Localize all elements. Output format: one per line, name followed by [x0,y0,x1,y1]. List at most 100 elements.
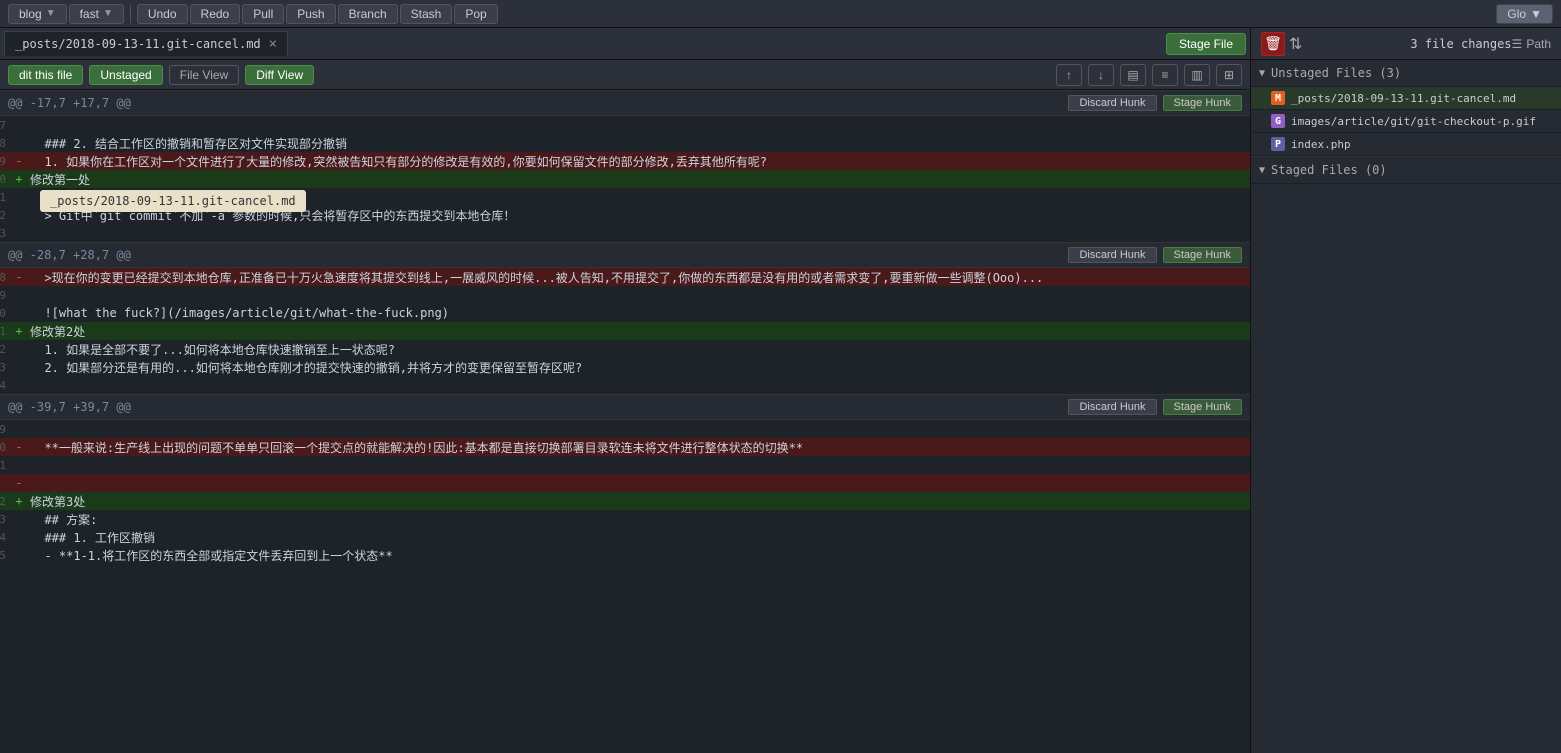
hunk-header-3: @@ -39,7 +39,7 @@ Discard Hunk Stage Hun… [0,394,1250,420]
diff-line: 42 + 修改第3处 [0,492,1250,510]
hunk-buttons-3: Discard Hunk Stage Hunk [1068,399,1242,415]
blog-arrow: ▼ [46,8,56,19]
scroll-up-button[interactable]: ↑ [1056,64,1082,86]
scroll-down-button[interactable]: ↓ [1088,64,1114,86]
discard-hunk-3-button[interactable]: Discard Hunk [1068,399,1156,415]
staged-chevron: ▼ [1259,165,1265,176]
diff-line: 41 [0,456,1250,474]
diff-line: 30 ![what the fuck?](/images/article/git… [0,304,1250,322]
repo-group: blog ▼ fast ▼ [8,4,124,24]
diff-line: 23 [0,224,1250,242]
stash-button[interactable]: Stash [400,4,453,24]
unstaged-view-button[interactable]: Unstaged [89,65,162,85]
unstaged-section-header[interactable]: ▼ Unstaged Files (3) [1251,60,1561,87]
delete-button[interactable]: 🗑 [1261,32,1285,56]
stage-hunk-1-button[interactable]: Stage Hunk [1163,95,1242,111]
diff-line: 20 + 修改第一处 _posts/2018-09-13-11.git-canc… [0,170,1250,188]
path-icon: ☰ [1512,37,1523,51]
hunk-buttons-1: Discard Hunk Stage Hunk [1068,95,1242,111]
file-icon-gif: G [1271,114,1285,128]
file-tab-bar: _posts/2018-09-13-11.git-cancel.md × Sta… [0,28,1250,60]
diff-line: 33 2. 如果部分还是有用的...如何将本地仓库刚才的提交快速的撤销,并将方才… [0,358,1250,376]
file-name-md: _posts/2018-09-13-11.git-cancel.md [1291,92,1516,105]
blog-label: blog [19,7,42,21]
unstaged-chevron: ▼ [1259,68,1265,79]
glo-button[interactable]: Glo ▼ [1496,4,1553,24]
file-item-gif[interactable]: G images/article/git/git-checkout-p.gif [1251,110,1561,133]
changes-count: 3 file changes [1410,37,1511,51]
discard-hunk-1-button[interactable]: Discard Hunk [1068,95,1156,111]
file-tab[interactable]: _posts/2018-09-13-11.git-cancel.md × [4,31,288,56]
blog-dropdown[interactable]: blog ▼ [8,4,67,24]
diff-line: 43 ## 方案: [0,510,1250,528]
push-button[interactable]: Push [286,4,335,24]
stage-hunk-2-button[interactable]: Stage Hunk [1163,247,1242,263]
view-mode-1-button[interactable]: ▤ [1120,64,1146,86]
fast-label: fast [80,7,99,21]
diff-line: 31 + 修改第2处 [0,322,1250,340]
hunk-label-3: @@ -39,7 +39,7 @@ [8,400,131,414]
files-section[interactable]: ▼ Unstaged Files (3) M _posts/2018-09-13… [1251,60,1561,753]
staged-section-label: Staged Files (0) [1271,163,1387,177]
view-mode-4-button[interactable]: ⊞ [1216,64,1242,86]
fast-dropdown[interactable]: fast ▼ [69,4,124,24]
pull-button[interactable]: Pull [242,4,284,24]
file-item-php[interactable]: P index.php [1251,133,1561,156]
diff-line: 17 [0,116,1250,134]
diff-line: 45 - **1-1.将工作区的东西全部或指定文件丢弃回到上一个状态** [0,546,1250,564]
file-view-button[interactable]: File View [169,65,239,85]
diff-line: - [0,474,1250,492]
hunk-header-2: @@ -28,7 +28,7 @@ Discard Hunk Stage Hun… [0,242,1250,268]
edit-toolbar: dit this file Unstaged File View Diff Vi… [0,60,1250,90]
diff-line: 21 ### 3. 暂存区撤销 [0,188,1250,206]
undo-button[interactable]: Undo [137,4,188,24]
diff-line: 28 - >现在你的变更已经提交到本地仓库,正准备已十万火急速度将其提交到线上,… [0,268,1250,286]
diff-content[interactable]: @@ -17,7 +17,7 @@ Discard Hunk Stage Hun… [0,90,1250,753]
stage-hunk-3-button[interactable]: Stage Hunk [1163,399,1242,415]
diff-line: 29 [0,286,1250,304]
staged-section-header[interactable]: ▼ Staged Files (0) [1251,157,1561,184]
hunk-header-1: @@ -17,7 +17,7 @@ Discard Hunk Stage Hun… [0,90,1250,116]
glo-arrow: ▼ [1530,7,1542,21]
edit-file-button[interactable]: dit this file [8,65,83,85]
main-toolbar: blog ▼ fast ▼ Undo Redo Pull Push Branch… [0,0,1561,28]
diff-line: 22 > Git中`git commit`不加`-a`参数的时候,只会将暂存区中… [0,206,1250,224]
hunk-label-1: @@ -17,7 +17,7 @@ [8,96,131,110]
main-area: _posts/2018-09-13-11.git-cancel.md × Sta… [0,28,1561,753]
unstaged-section-label: Unstaged Files (3) [1271,66,1401,80]
file-tab-path: _posts/2018-09-13-11.git-cancel.md [15,37,261,51]
file-name-php: index.php [1291,138,1351,151]
discard-hunk-2-button[interactable]: Discard Hunk [1068,247,1156,263]
file-icon-php: P [1271,137,1285,151]
glo-label: Glo [1507,7,1526,21]
diff-line: 34 [0,376,1250,394]
right-panel: 🗑 ⇅ 3 file changes ☰ Path ▼ Unstaged Fil… [1251,28,1561,753]
view-mode-2-button[interactable]: ≡ [1152,64,1178,86]
hunk-label-2: @@ -28,7 +28,7 @@ [8,248,131,262]
diff-line: 39 [0,420,1250,438]
diff-view-button[interactable]: Diff View [245,65,314,85]
sep1 [130,5,131,23]
path-button[interactable]: ☰ Path [1512,37,1551,51]
diff-line: 18 ### 2. 结合工作区的撤销和暂存区对文件实现部分撤销 [0,134,1250,152]
fast-arrow: ▼ [103,8,113,19]
git-actions: Undo Redo Pull Push Branch Stash Pop [137,4,498,24]
file-item-md[interactable]: M _posts/2018-09-13-11.git-cancel.md [1251,87,1561,110]
close-tab-button[interactable]: × [269,36,277,52]
pop-button[interactable]: Pop [454,4,497,24]
staged-section: ▼ Staged Files (0) [1251,156,1561,184]
diff-line: 19 - 1. 如果你在工作区对一个文件进行了大量的修改,突然被告知只有部分的修… [0,152,1250,170]
editor-panel: _posts/2018-09-13-11.git-cancel.md × Sta… [0,28,1251,753]
path-label: Path [1526,37,1551,51]
file-icon-md: M [1271,91,1285,105]
diff-line: 32 1. 如果是全部不要了...如何将本地仓库快速撤销至上一状态呢? [0,340,1250,358]
redo-button[interactable]: Redo [190,4,241,24]
diff-line: 44 ### 1. 工作区撤销 [0,528,1250,546]
file-name-gif: images/article/git/git-checkout-p.gif [1291,115,1536,128]
branch-button[interactable]: Branch [338,4,398,24]
view-mode-3-button[interactable]: ▥ [1184,64,1210,86]
sort-button[interactable]: ⇅ [1285,34,1306,54]
stage-file-button[interactable]: Stage File [1166,33,1246,55]
diff-line: 40 - **一般来说:生产线上出现的问题不单单只回滚一个提交点的就能解决的!因… [0,438,1250,456]
right-panel-header: 🗑 ⇅ 3 file changes ☰ Path [1251,28,1561,60]
